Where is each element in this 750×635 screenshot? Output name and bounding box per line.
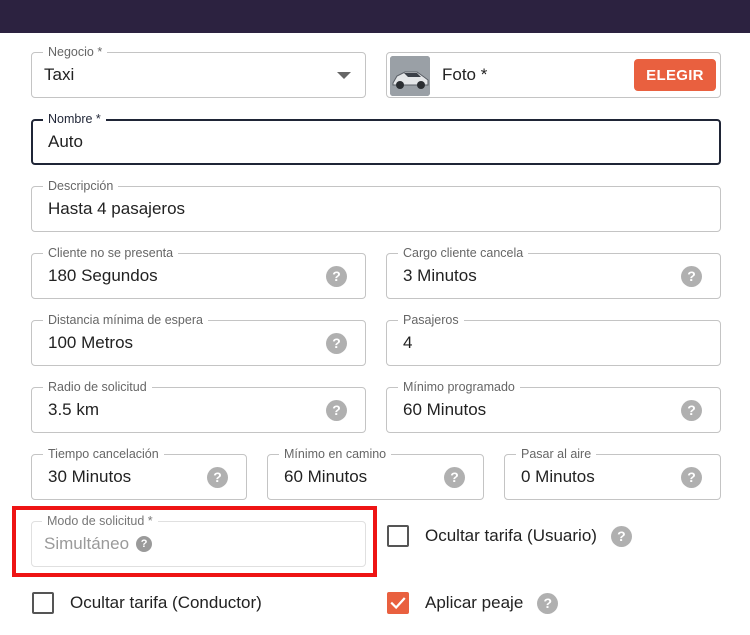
ocultar-tarifa-usuario-label: Ocultar tarifa (Usuario) (425, 526, 597, 545)
checkbox-unchecked[interactable] (32, 592, 54, 614)
checkbox-checked[interactable] (387, 592, 409, 614)
help-circle-icon[interactable]: ? (444, 466, 465, 488)
pasajeros-value: 4 (403, 333, 413, 352)
help-circle-icon[interactable]: ? (207, 466, 228, 488)
pasar-al-aire-input[interactable]: Pasar al aire 0 Minutos ? (504, 447, 721, 500)
cliente-no-presenta-input[interactable]: Cliente no se presenta 180 Segundos ? (31, 246, 366, 299)
foto-picker: Foto * ELEGIR (386, 52, 721, 98)
foto-label: Foto * (442, 65, 488, 84)
ocultar-tarifa-conductor-label: Ocultar tarifa (Conductor) (70, 593, 262, 612)
help-circle-icon[interactable]: ? (326, 332, 347, 354)
highlight-box (12, 506, 377, 577)
elegir-button[interactable]: ELEGIR (634, 59, 716, 91)
radio-solicitud-value: 3.5 km (48, 400, 100, 419)
aplicar-peaje-checkbox[interactable]: Aplicar peaje ? (387, 592, 559, 614)
distancia-minima-espera-value: 100 Metros (48, 333, 134, 352)
ocultar-tarifa-usuario-checkbox[interactable]: Ocultar tarifa (Usuario) ? (387, 525, 632, 547)
car-photo-thumbnail (390, 56, 430, 96)
tiempo-cancelacion-value: 30 Minutos (48, 467, 132, 486)
help-circle-icon[interactable]: ? (326, 265, 347, 287)
help-circle-icon[interactable]: ? (326, 399, 347, 421)
car-image-icon (390, 56, 430, 96)
cliente-no-presenta-value: 180 Segundos (48, 266, 158, 285)
window-top-bar (0, 0, 750, 33)
cargo-cliente-cancela-input[interactable]: Cargo cliente cancela 3 Minutos ? (386, 246, 721, 299)
ocultar-tarifa-conductor-checkbox[interactable]: Ocultar tarifa (Conductor) (32, 592, 262, 614)
nombre-value: Auto (48, 132, 83, 151)
chevron-down-icon[interactable] (337, 72, 351, 79)
help-circle-icon[interactable]: ? (681, 399, 702, 421)
negocio-select[interactable]: Negocio * Taxi (31, 45, 366, 98)
help-circle-icon[interactable]: ? (681, 466, 702, 488)
tiempo-cancelacion-input[interactable]: Tiempo cancelación 30 Minutos ? (31, 447, 247, 500)
checkmark-icon (390, 597, 406, 610)
minimo-programado-value: 60 Minutos (403, 400, 487, 419)
nombre-input[interactable]: Nombre * Auto (31, 112, 721, 165)
help-circle-icon[interactable]: ? (537, 592, 559, 614)
minimo-en-camino-value: 60 Minutos (284, 467, 368, 486)
minimo-programado-input[interactable]: Mínimo programado 60 Minutos ? (386, 380, 721, 433)
descripcion-input[interactable]: Descripción Hasta 4 pasajeros (31, 179, 721, 232)
cargo-cliente-cancela-value: 3 Minutos (403, 266, 477, 285)
negocio-value: Taxi (44, 65, 75, 84)
pasajeros-input[interactable]: Pasajeros 4 (386, 313, 721, 366)
distancia-minima-espera-input[interactable]: Distancia mínima de espera 100 Metros ? (31, 313, 366, 366)
aplicar-peaje-label: Aplicar peaje (425, 593, 524, 612)
help-circle-icon[interactable]: ? (681, 265, 702, 287)
checkbox-unchecked[interactable] (387, 525, 409, 547)
help-circle-icon[interactable]: ? (610, 525, 632, 547)
radio-solicitud-input[interactable]: Radio de solicitud 3.5 km ? (31, 380, 366, 433)
descripcion-value: Hasta 4 pasajeros (48, 199, 186, 218)
minimo-en-camino-input[interactable]: Mínimo en camino 60 Minutos ? (267, 447, 484, 500)
pasar-al-aire-value: 0 Minutos (521, 467, 595, 486)
